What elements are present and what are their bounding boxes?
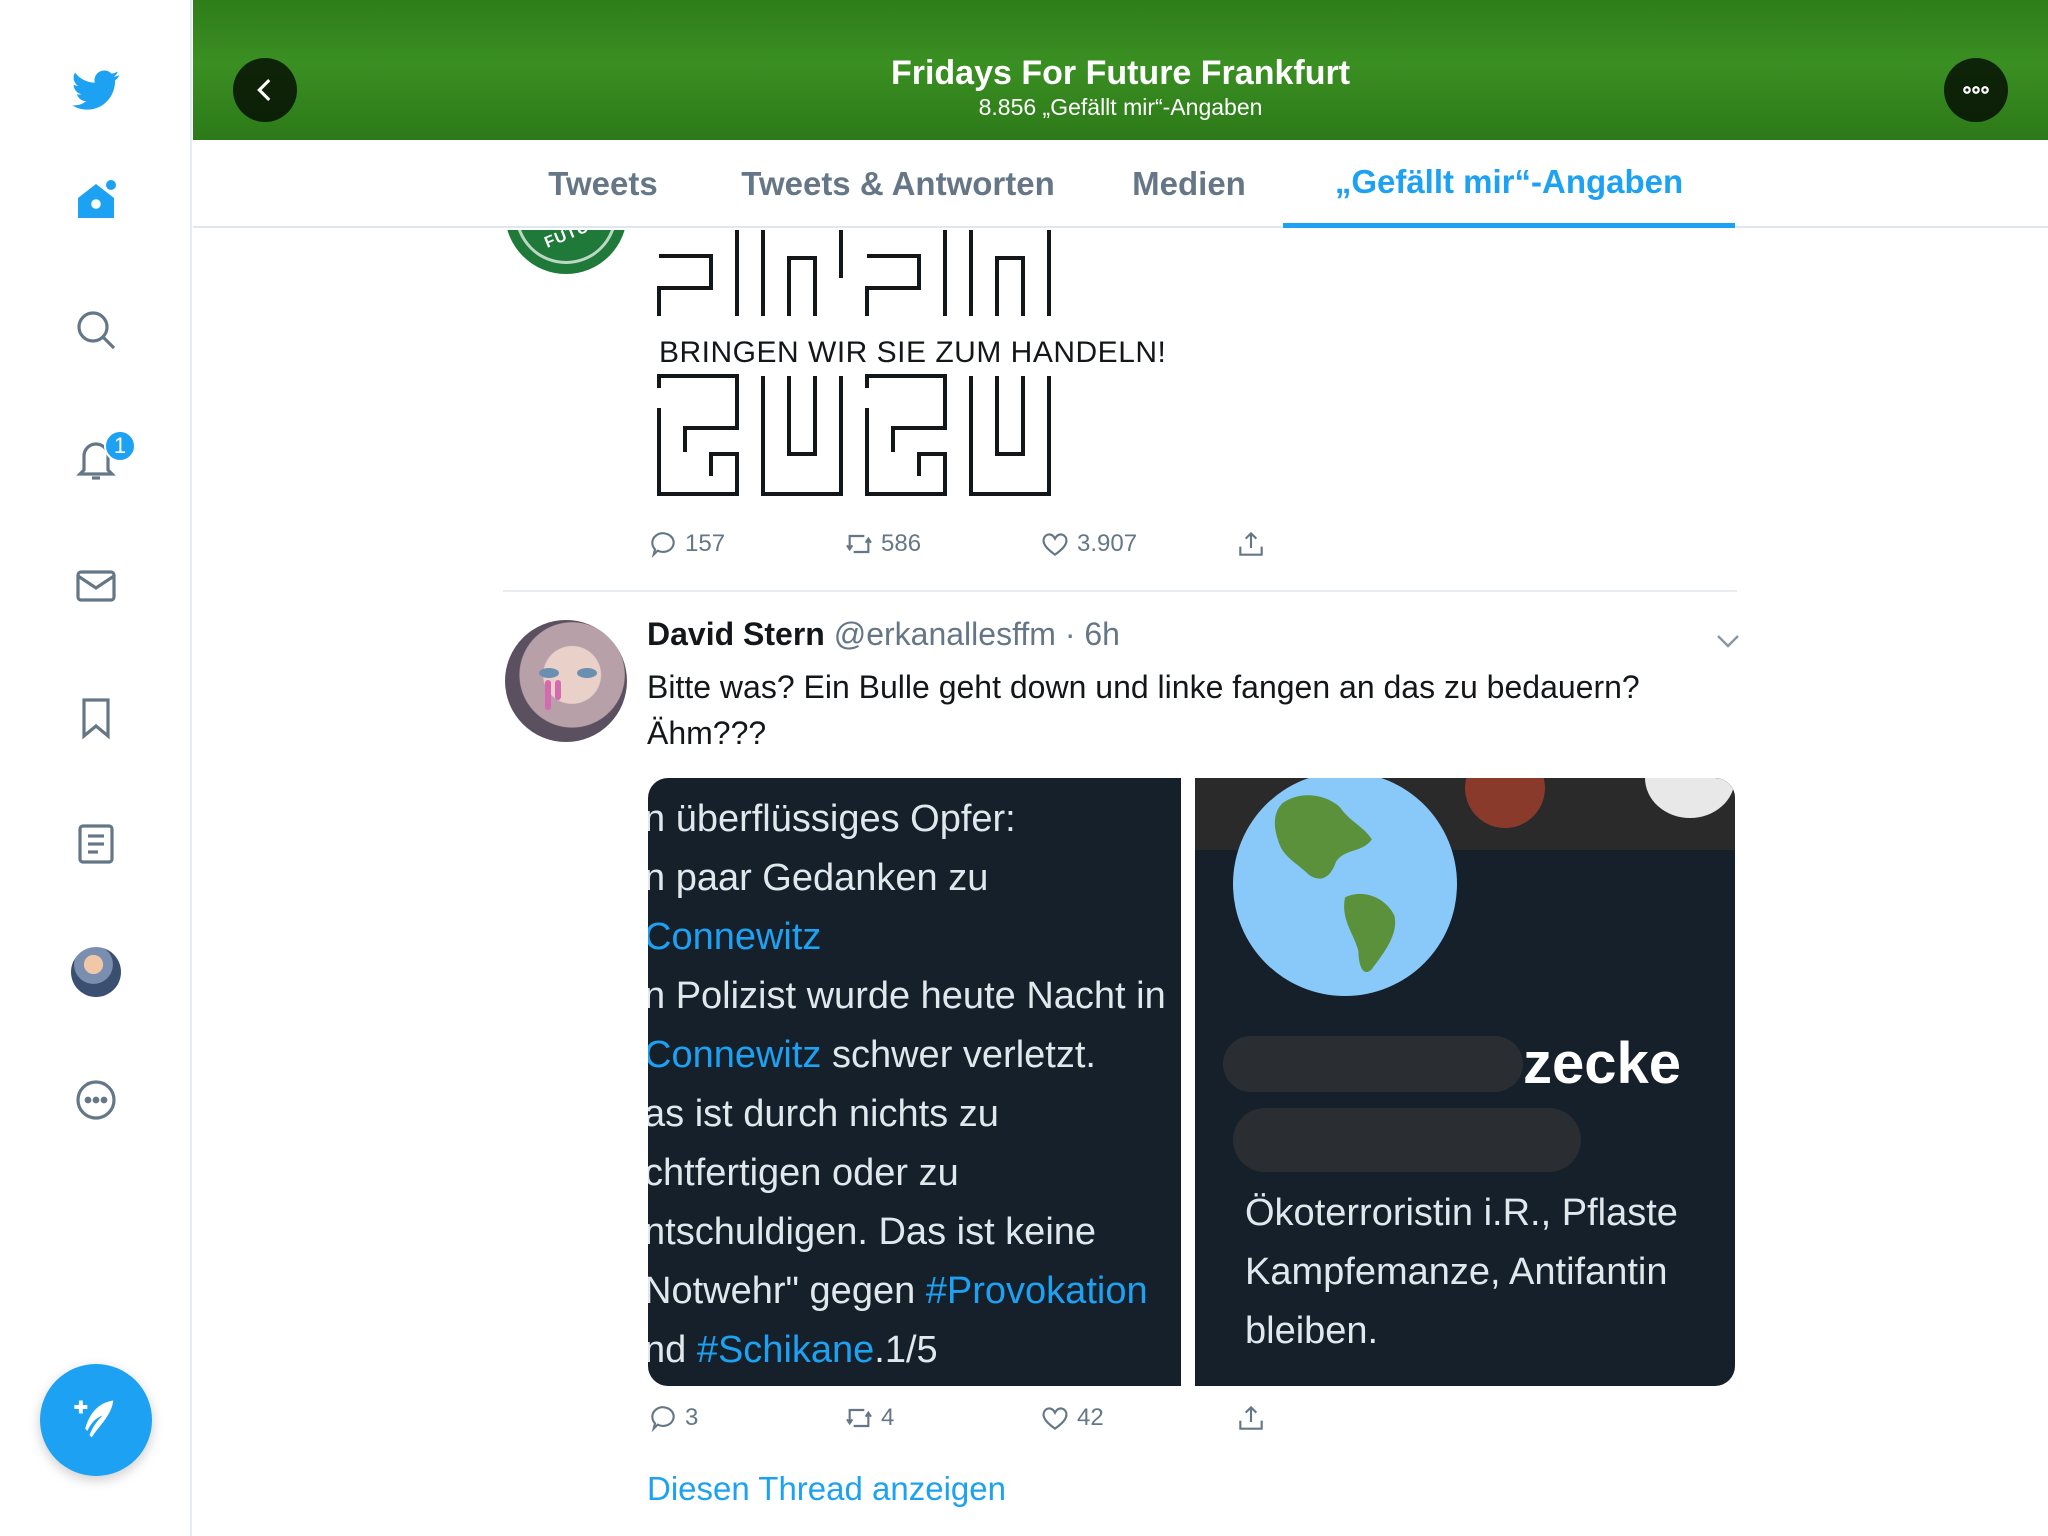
profile-name-fragment: zecke bbox=[1523, 1031, 1682, 1096]
image-text: .1/5 bbox=[874, 1329, 938, 1371]
ellipsis-icon bbox=[1963, 86, 1989, 94]
retweet-button[interactable]: 586 bbox=[843, 528, 921, 560]
timeline: FUTURE BRINGEN WIR SIE ZUM HANDELN! 157 … bbox=[193, 230, 2048, 1536]
tweet-divider bbox=[503, 590, 1737, 592]
avatar bbox=[71, 947, 121, 997]
share-icon bbox=[1239, 1405, 1263, 1430]
reply-icon bbox=[651, 532, 675, 559]
twitter-logo-icon[interactable] bbox=[0, 40, 192, 140]
avatar[interactable] bbox=[505, 620, 627, 742]
profile-tabs: Tweets Tweets & Antworten Medien „Gefäll… bbox=[193, 140, 2048, 228]
more-options-button[interactable] bbox=[1944, 58, 2008, 122]
like-count: 3.907 bbox=[1077, 530, 1138, 557]
quill-icon bbox=[74, 1400, 114, 1438]
likes-count: 8.856 „Gefällt mir“-Angaben bbox=[978, 94, 1263, 120]
reply-button[interactable]: 157 bbox=[647, 528, 725, 560]
separator: · bbox=[1064, 616, 1076, 652]
profile-header: Fridays For Future Frankfurt 8.856 „Gefä… bbox=[193, 0, 2048, 140]
fff-avatar[interactable]: FUTURE bbox=[505, 230, 627, 274]
hashtag-link: #Schikane bbox=[696, 1329, 875, 1371]
compose-tweet-button[interactable] bbox=[40, 1364, 152, 1476]
reply-count: 3 bbox=[685, 1404, 699, 1431]
notifications-icon[interactable]: 1 bbox=[0, 410, 192, 510]
chevron-down-icon[interactable] bbox=[1713, 626, 1743, 656]
tweet-text: Bitte was? Ein Bulle geht down und linke… bbox=[647, 669, 1640, 751]
image-text: schwer verletzt. bbox=[821, 1034, 1096, 1076]
tweet-actions: 157 586 3.907 bbox=[647, 528, 1547, 572]
tweet-image-right[interactable]: zecke Ökoterroristin i.R., Pflaste Kampf… bbox=[1195, 778, 1735, 1386]
tweet-header: David Stern @erkanallesffm · 6h bbox=[647, 616, 1120, 653]
show-thread-link[interactable]: Diesen Thread anzeigen bbox=[647, 1470, 1006, 1508]
reply-count: 157 bbox=[685, 530, 726, 557]
image-text-line: chtfertigen oder zu bbox=[648, 1152, 959, 1194]
tab-likes[interactable]: „Gefällt mir“-Angaben bbox=[1283, 140, 1735, 228]
heart-icon bbox=[1042, 533, 1068, 556]
page-title: Fridays For Future Frankfurt bbox=[890, 54, 1351, 92]
like-count: 42 bbox=[1077, 1404, 1104, 1431]
tab-media[interactable]: Medien bbox=[1123, 140, 1255, 228]
notification-badge: 1 bbox=[104, 430, 136, 462]
image-text-line: Connewitz bbox=[648, 916, 822, 958]
tweet-image-left[interactable]: n überflüssiges Opfer: n paar Gedanken z… bbox=[648, 778, 1181, 1386]
image-text-line: n Polizist wurde heute Nacht in bbox=[648, 975, 1166, 1017]
reply-icon bbox=[651, 1406, 675, 1433]
image-text: Notwehr" gegen bbox=[648, 1270, 926, 1312]
earth-globe-icon bbox=[1233, 778, 1457, 996]
image-text-line: Notwehr" gegen #Provokation bbox=[648, 1270, 1148, 1313]
hashtag-link: Connewitz bbox=[648, 1034, 822, 1076]
tab-tweets-replies[interactable]: Tweets & Antworten bbox=[733, 140, 1063, 228]
retweet-count: 586 bbox=[881, 530, 922, 557]
blurred-handle bbox=[1233, 1108, 1581, 1172]
image-text: nd bbox=[648, 1329, 697, 1371]
profile-bio-line: Ökoterroristin i.R., Pflaste bbox=[1245, 1192, 1678, 1234]
tweet-time: 6h bbox=[1084, 616, 1120, 652]
messages-icon[interactable] bbox=[0, 536, 192, 636]
tweet-actions: 3 4 42 bbox=[647, 1402, 1547, 1446]
retweet-count: 4 bbox=[881, 1404, 895, 1431]
image-text-line: n überflüssiges Opfer: bbox=[648, 798, 1016, 840]
author-name[interactable]: David Stern bbox=[647, 616, 825, 652]
image-text-line: ntschuldigen. Das ist keine bbox=[648, 1211, 1097, 1253]
search-icon[interactable] bbox=[0, 280, 192, 380]
profile-bio-line: Kampfemanze, Antifantin bbox=[1245, 1251, 1668, 1293]
bookmarks-icon[interactable] bbox=[0, 668, 192, 768]
like-button[interactable]: 42 bbox=[1039, 1402, 1104, 1434]
profile-bio-line: bleiben. bbox=[1245, 1310, 1379, 1352]
blurred-name bbox=[1223, 1036, 1523, 1092]
retweet-icon bbox=[846, 534, 872, 554]
sidebar: 1 bbox=[0, 0, 192, 1536]
hashtag-link: #Provokation bbox=[925, 1270, 1148, 1312]
share-icon bbox=[1239, 531, 1263, 556]
more-icon[interactable] bbox=[0, 1050, 192, 1150]
image-text-line: nd #Schikane.1/5 bbox=[648, 1329, 938, 1372]
author-handle[interactable]: @erkanallesffm bbox=[834, 616, 1056, 652]
home-icon[interactable] bbox=[0, 150, 192, 250]
retweet-icon bbox=[846, 1408, 872, 1428]
image-text-line: as ist durch nichts zu bbox=[648, 1093, 999, 1135]
image-text-line: Connewitz schwer verletzt. bbox=[648, 1034, 1096, 1077]
image-text-line: n paar Gedanken zu bbox=[648, 857, 989, 899]
image-caption: BRINGEN WIR SIE ZUM HANDELN! bbox=[655, 336, 1171, 370]
lists-icon[interactable] bbox=[0, 794, 192, 894]
retweet-button[interactable]: 4 bbox=[843, 1402, 894, 1434]
heart-icon bbox=[1042, 1407, 1068, 1430]
share-button[interactable] bbox=[1235, 528, 1267, 560]
share-button[interactable] bbox=[1235, 1402, 1267, 1434]
reply-button[interactable]: 3 bbox=[647, 1402, 698, 1434]
like-button[interactable]: 3.907 bbox=[1039, 528, 1137, 560]
tab-tweets[interactable]: Tweets bbox=[533, 140, 673, 228]
profile-avatar[interactable] bbox=[0, 922, 192, 1022]
media-separator bbox=[1181, 778, 1195, 1386]
